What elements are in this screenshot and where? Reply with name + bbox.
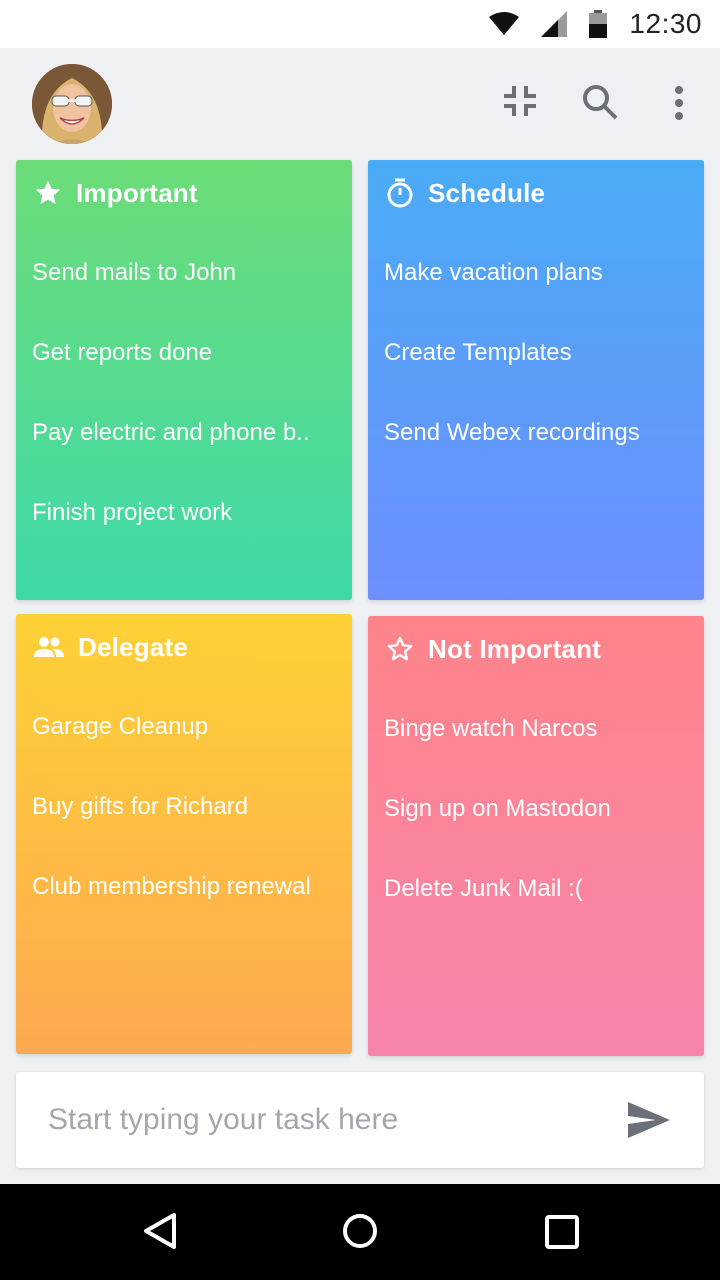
task-input[interactable] [48, 1098, 608, 1142]
recents-icon[interactable] [545, 1215, 579, 1254]
task-input-bar [16, 1072, 704, 1168]
collapse-icon[interactable] [504, 84, 536, 123]
task-item[interactable]: Sign up on Mastodon [384, 795, 611, 823]
star-filled-icon [34, 179, 62, 207]
system-nav-bar [0, 1184, 720, 1280]
quadrant-title: Important [76, 177, 198, 208]
stopwatch-icon [386, 178, 414, 208]
quadrant-not-important[interactable]: Not Important Binge watch Narcos Sign up… [368, 616, 704, 1056]
search-icon[interactable] [582, 84, 618, 125]
quadrant-header: Delegate [34, 630, 188, 664]
task-item[interactable]: Club membership renewal [32, 873, 311, 901]
task-item[interactable]: Get reports done [32, 339, 212, 367]
star-outline-icon [386, 635, 414, 663]
quadrant-delegate[interactable]: Delegate Garage Cleanup Buy gifts for Ri… [16, 614, 352, 1054]
quadrant-header: Schedule [386, 176, 545, 210]
task-item[interactable]: Buy gifts for Richard [32, 793, 248, 821]
task-item[interactable]: Pay electric and phone b.. [32, 419, 310, 447]
quadrant-title: Delegate [78, 631, 188, 662]
status-time: 12:30 [629, 8, 702, 39]
quadrant-important[interactable]: Important Send mails to John Get reports… [16, 160, 352, 600]
task-item[interactable]: Binge watch Narcos [384, 715, 597, 743]
quadrant-title: Not Important [428, 633, 602, 664]
task-item[interactable]: Garage Cleanup [32, 713, 208, 741]
quadrant-schedule[interactable]: Schedule Make vacation plans Create Temp… [368, 160, 704, 600]
task-item[interactable]: Send mails to John [32, 259, 236, 287]
status-bar: 12:30 [0, 0, 720, 48]
task-item[interactable]: Send Webex recordings [384, 419, 640, 447]
task-item[interactable]: Create Templates [384, 339, 572, 367]
battery-icon [589, 10, 608, 38]
back-icon[interactable] [142, 1212, 178, 1255]
send-icon[interactable] [628, 1102, 670, 1143]
quadrant-header: Not Important [386, 632, 601, 666]
people-icon [34, 636, 64, 658]
home-icon[interactable] [342, 1213, 378, 1254]
task-item[interactable]: Make vacation plans [384, 259, 603, 287]
task-item[interactable]: Delete Junk Mail :( [384, 875, 583, 903]
quadrant-header: Important [34, 176, 198, 210]
cell-signal-icon [541, 11, 568, 37]
task-item[interactable]: Finish project work [32, 499, 232, 527]
quadrant-title: Schedule [428, 177, 546, 208]
more-vert-icon[interactable] [672, 86, 686, 125]
user-avatar[interactable] [32, 64, 112, 144]
wifi-icon [489, 12, 520, 36]
